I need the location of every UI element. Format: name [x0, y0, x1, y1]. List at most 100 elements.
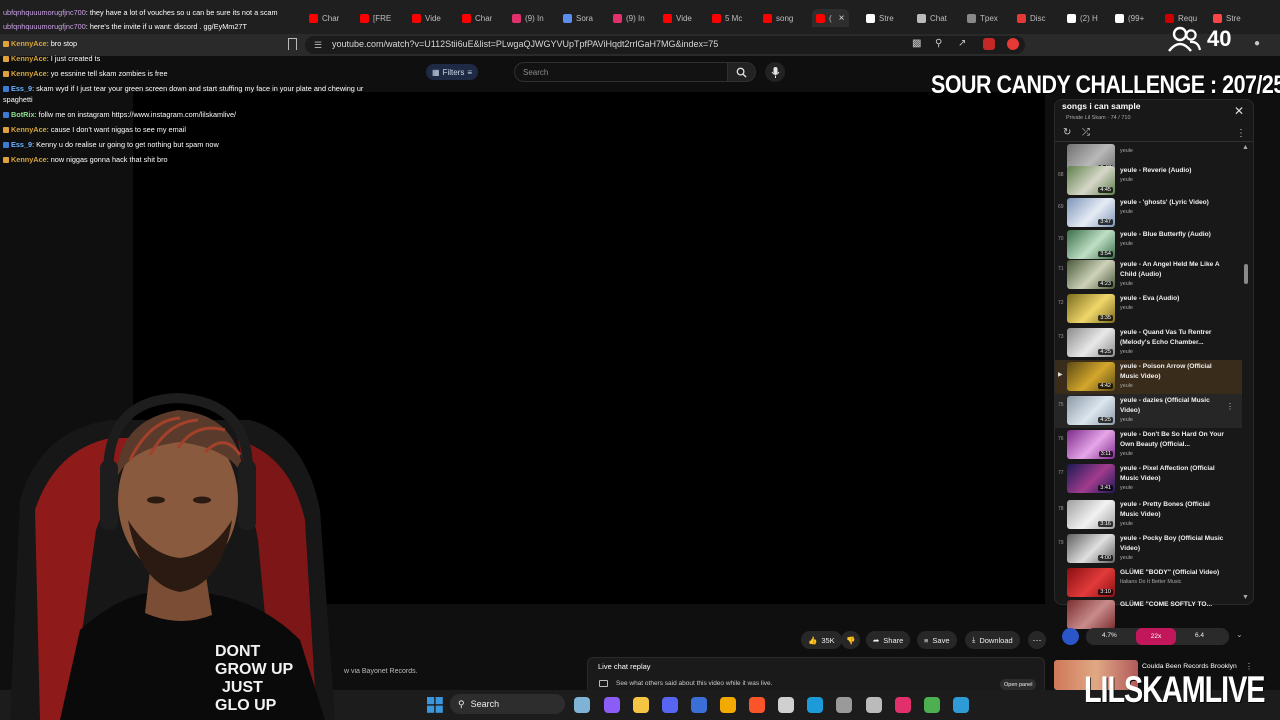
windows-start-icon[interactable] [427, 697, 443, 713]
search-input[interactable]: Search [514, 62, 728, 82]
brave-shield-icon[interactable] [983, 38, 995, 50]
notes-app-icon[interactable] [953, 697, 969, 713]
playlist-title[interactable]: songs i can sample [1062, 101, 1140, 111]
extension-icon[interactable]: ● [1254, 38, 1260, 49]
browser-tab[interactable]: Requ [1165, 9, 1197, 27]
playlist-item[interactable]: 72 3:35 yeule - Eva (Audio) yeule [1055, 292, 1242, 326]
playlist-item[interactable]: 78 3:16 yeule - Pretty Bones (Official Mus… [1055, 498, 1242, 532]
playlist-item[interactable]: 68 4:45 yeule - Reverie (Audio) yeule [1055, 164, 1242, 198]
playlist-thumbnail[interactable]: 3:47 [1067, 198, 1115, 227]
playlist-item-title[interactable]: yeule - Don't Be So Hard On Your Own Bea… [1120, 430, 1228, 449]
playlist-item-title[interactable]: yeule - Pretty Bones (Official Music Vid… [1120, 500, 1228, 519]
extension-rail-icon[interactable] [1062, 628, 1079, 645]
playlist-thumbnail[interactable]: 3:54 [1067, 230, 1115, 259]
store-icon[interactable] [691, 697, 707, 713]
playlist-thumbnail[interactable] [1067, 600, 1115, 629]
playlist-thumbnail[interactable]: 4:45 [1067, 166, 1115, 195]
site-settings-icon[interactable]: ☰ [314, 40, 322, 51]
dislike-button[interactable]: 👎 [841, 631, 861, 649]
scroll-up-icon[interactable]: ▲ [1242, 144, 1249, 151]
playlist-item-title[interactable]: yeule - An Angel Held Me Like A Child (A… [1120, 260, 1228, 279]
playlist-item[interactable]: 73 4:25 yeule - Quand Vas Tu Rentrer (Melo… [1055, 326, 1242, 360]
playlist-scrollbar[interactable] [1244, 264, 1248, 284]
playlist-item-title[interactable]: yeule - dazies (Official Music Video) [1120, 396, 1228, 415]
playlist-item-title[interactable]: yeule - Pocky Boy (Official Music Video) [1120, 534, 1228, 553]
browser-tab[interactable]: 5 Mc [712, 9, 742, 27]
zoom-icon[interactable]: ⚲ [935, 38, 942, 49]
instagram-icon[interactable] [895, 697, 911, 713]
playlist-item-title[interactable]: yeule - Blue Butterfly (Audio) [1120, 230, 1228, 240]
voice-search-button[interactable] [765, 62, 785, 82]
browser-tab[interactable]: Chat [917, 9, 947, 27]
weather-widget-icon[interactable] [574, 697, 590, 713]
settings-app-icon[interactable] [836, 697, 852, 713]
playlist-thumbnail[interactable]: 4:25 [1067, 396, 1115, 425]
brave-rewards-icon[interactable] [1007, 38, 1019, 50]
browser-tab[interactable]: (9) In [613, 9, 645, 27]
playlist-item[interactable]: 75 4:25 yeule - dazies (Official Music Vid… [1055, 394, 1242, 428]
discord-icon[interactable] [662, 697, 678, 713]
chevron-down-icon[interactable]: ⌄ [1236, 630, 1243, 639]
playlist-item-title[interactable]: yeule - Reverie (Audio) [1120, 166, 1228, 176]
browser-tab[interactable]: (9) In [512, 9, 544, 27]
playlist-item-title[interactable]: yeule - Pixel Affection (Official Music … [1120, 464, 1228, 483]
browser-tab[interactable]: [FRE [360, 9, 391, 27]
browser-tab[interactable]: (× [812, 9, 849, 27]
playlist-thumbnail[interactable]: 3:41 [1067, 464, 1115, 493]
playlist-thumbnail[interactable]: 3:35 [1067, 294, 1115, 323]
file-explorer-icon[interactable] [633, 697, 649, 713]
share-button[interactable]: ➦ Share [866, 631, 911, 649]
playlist-item[interactable]: 79 4:00 yeule - Pocky Boy (Official Music … [1055, 532, 1242, 566]
playlist-item[interactable]: 3:10 GLÜME "BODY" (Official Video) Italian… [1055, 566, 1242, 600]
playlist-item-title[interactable]: yeule - Quand Vas Tu Rentrer (Melody's E… [1120, 328, 1228, 347]
url-text[interactable]: youtube.com/watch?v=U112Stii6uE&list=PLw… [332, 39, 718, 49]
browser-tab[interactable]: Sora [563, 9, 593, 27]
bookmark-icon[interactable] [288, 38, 297, 50]
copilot-icon[interactable] [604, 697, 620, 713]
playlist-thumbnail[interactable]: 4:00 [1067, 534, 1115, 563]
open-panel-button[interactable]: Open panel [1000, 679, 1037, 690]
browser-tab[interactable]: Char [309, 9, 339, 27]
playlist-item-title[interactable]: yeule - Poison Arrow (Official Music Vid… [1120, 362, 1228, 381]
playlist-item[interactable]: 69 3:47 yeule - 'ghosts' (Lyric Video) yeul… [1055, 196, 1242, 230]
playlist-thumbnail[interactable]: 4:42 [1067, 362, 1115, 391]
brave-icon[interactable] [749, 697, 765, 713]
playlist-menu-icon[interactable]: ⋮ [1236, 128, 1246, 139]
playlist-thumbnail[interactable]: 3:16 [1067, 500, 1115, 529]
browser-tab[interactable]: song [763, 9, 793, 27]
search-button[interactable] [728, 62, 756, 82]
download-button[interactable]: ⤓ Download [965, 631, 1020, 649]
playlist-thumbnail[interactable]: 3:11 [1067, 430, 1115, 459]
browser-tab[interactable]: Char [462, 9, 492, 27]
chrome-icon[interactable] [720, 697, 736, 713]
playlist-thumbnail[interactable]: 4:25 [1067, 328, 1115, 357]
playlist-item[interactable]: 70 3:54 yeule - Blue Butterfly (Audio) yeul… [1055, 228, 1242, 262]
obs-icon[interactable] [778, 697, 794, 713]
share-page-icon[interactable]: ↗ [958, 38, 966, 49]
browser-tab[interactable]: (2) H [1067, 9, 1098, 27]
playlist-thumbnail[interactable]: 4:23 [1067, 260, 1115, 289]
playlist-item[interactable]: 77 3:41 yeule - Pixel Affection (Official … [1055, 462, 1242, 496]
close-icon[interactable]: ✕ [1234, 104, 1244, 118]
save-button[interactable]: ≡ Save [917, 631, 957, 649]
playlist-item-title[interactable]: yeule - 'ghosts' (Lyric Video) [1120, 198, 1228, 208]
taskbar-search[interactable]: ⚲ Search [450, 694, 565, 714]
playlist-item[interactable]: ▶ 4:42 yeule - Poison Arrow (Official Musi… [1055, 360, 1242, 394]
playlist-item-title[interactable]: yeule - Eva (Audio) [1120, 294, 1228, 304]
browser-tab[interactable]: Vide [412, 9, 441, 27]
media-app-icon[interactable] [866, 697, 882, 713]
description-snippet[interactable]: w via Bayonet Records. [344, 668, 584, 682]
playlist-item-title[interactable]: GLÜME "BODY" (Official Video) [1120, 568, 1228, 578]
steam-icon[interactable] [807, 697, 823, 713]
browser-tab[interactable]: Vide [663, 9, 692, 27]
layers-app-icon[interactable] [924, 697, 940, 713]
filters-chip[interactable]: ▦ Filters ≡ [426, 64, 479, 80]
item-menu-icon[interactable]: ⋮ [1226, 402, 1234, 411]
close-tab-icon[interactable]: × [839, 13, 845, 24]
loop-icon[interactable]: ↻ [1063, 127, 1071, 138]
playlist-item-title[interactable]: GLÜME "COME SOFTLY TO... [1120, 600, 1228, 610]
playlist-thumbnail[interactable]: 3:10 [1067, 568, 1115, 597]
browser-tab[interactable]: (99+ [1115, 9, 1144, 27]
browser-tab[interactable]: Disc [1017, 9, 1046, 27]
scroll-down-icon[interactable]: ▼ [1242, 594, 1249, 601]
